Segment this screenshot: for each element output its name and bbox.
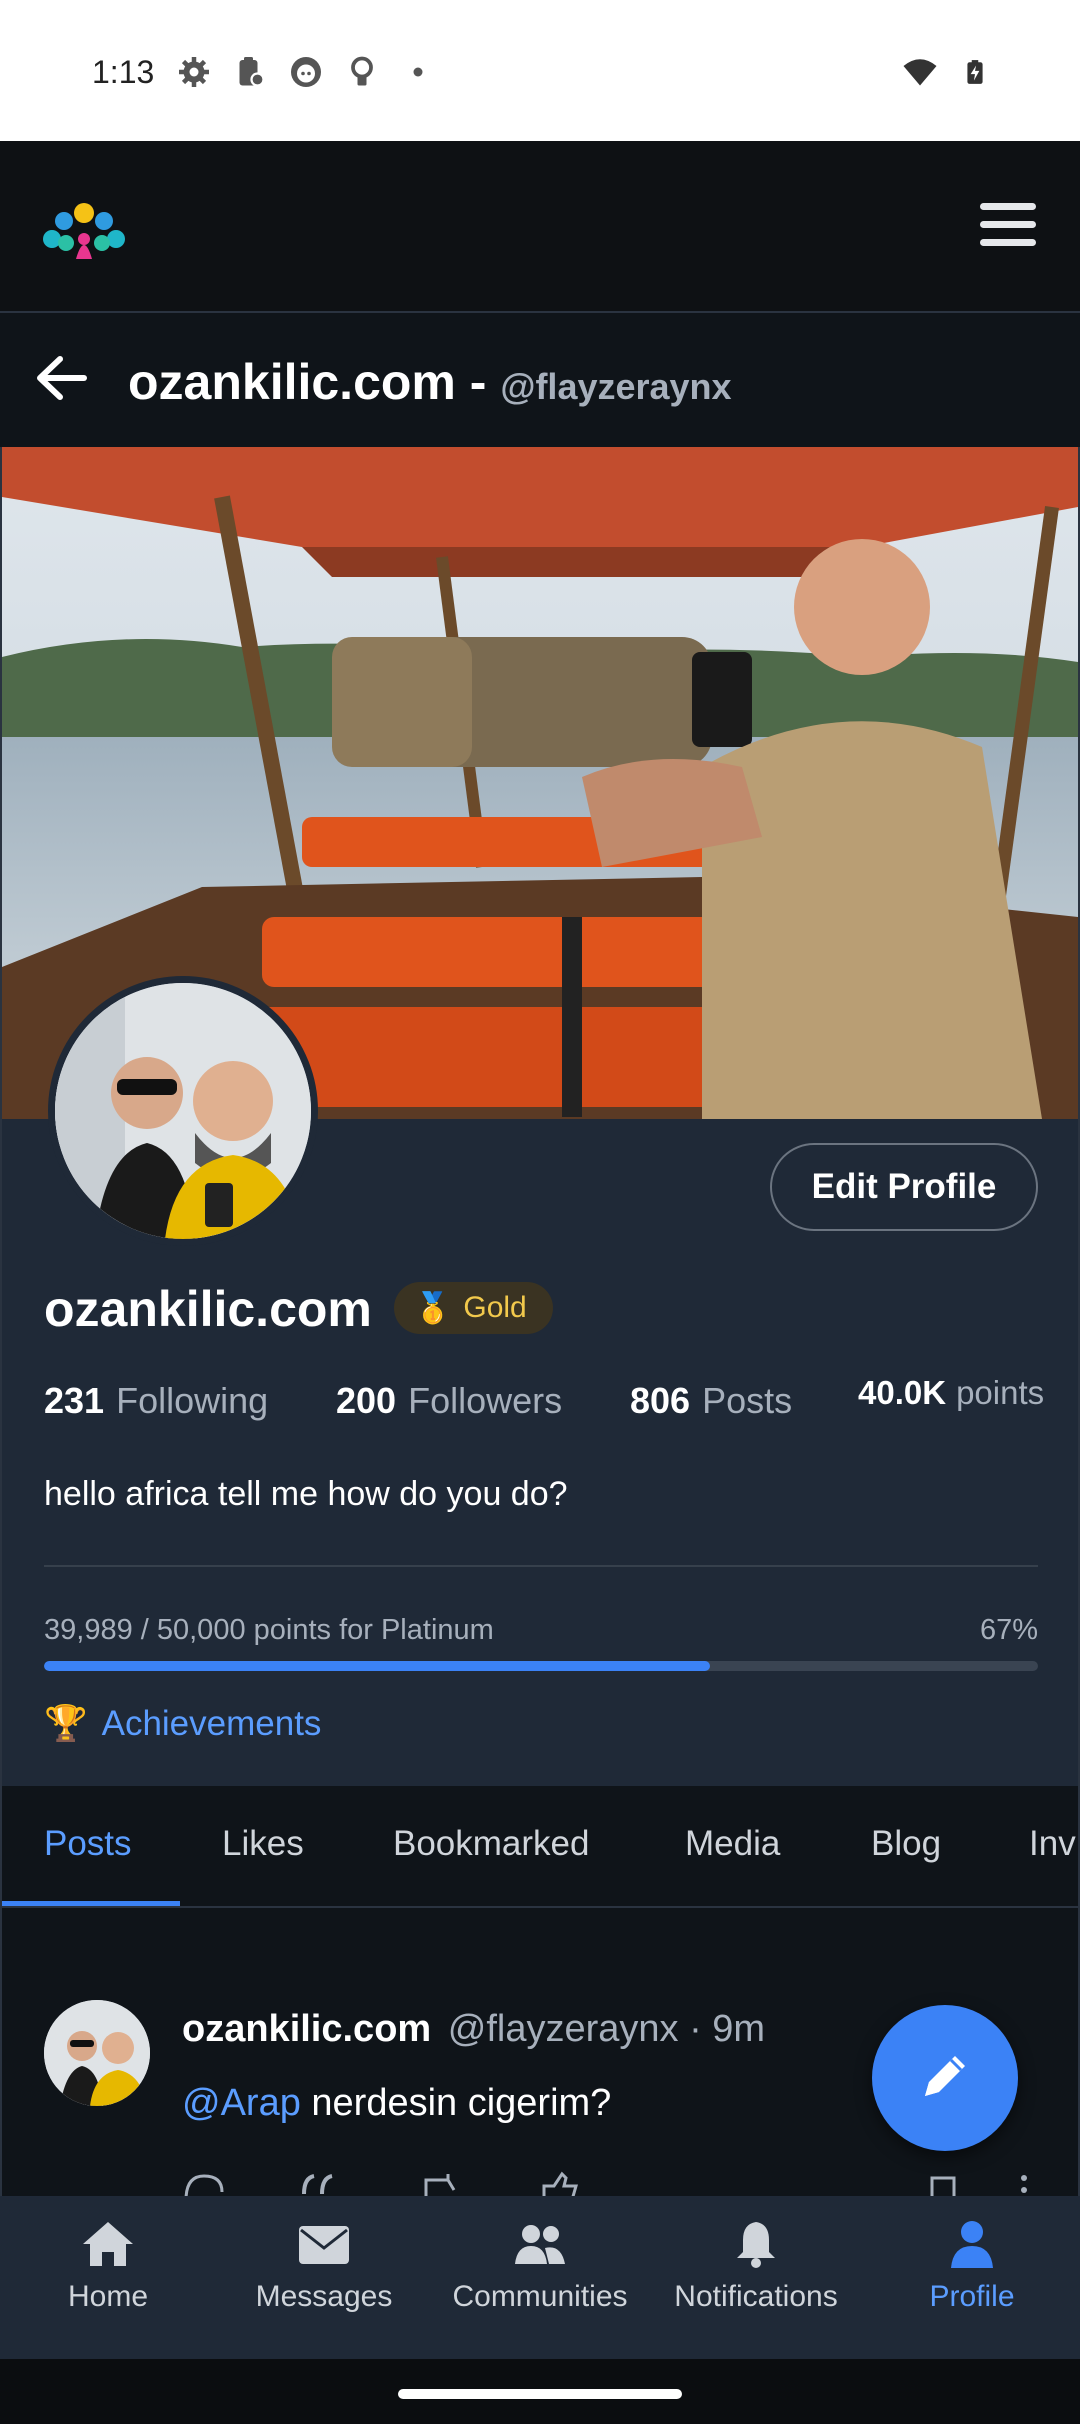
post-author-avatar[interactable]	[44, 2000, 150, 2106]
wifi-icon	[900, 54, 940, 95]
rank-badge: 🥇 Gold	[394, 1282, 553, 1334]
home-gesture-handle[interactable]	[398, 2389, 682, 2399]
nav-profile[interactable]: Profile	[864, 2218, 1080, 2314]
dot-icon	[400, 54, 436, 90]
person-icon	[951, 2221, 993, 2268]
bell-icon	[737, 2222, 775, 2268]
profile-tabs: Posts Likes Bookmarked Media Blog Inv	[2, 1786, 1078, 1908]
stat-points-label: points	[956, 1374, 1045, 1411]
nav-communities[interactable]: Communities	[432, 2218, 648, 2314]
progress-fill	[44, 1661, 710, 1671]
nav-communities-label: Communities	[452, 2280, 628, 2313]
header-title-text: ozankilic.com -	[128, 354, 487, 410]
settings-icon	[176, 54, 212, 90]
post-author[interactable]: ozankilic.com @flayzeraynx · 9m	[182, 2008, 765, 2051]
post-body: nerdesin cigerim?	[300, 2082, 612, 2124]
status-notification-icons	[176, 54, 436, 90]
dislike-icon[interactable]	[418, 2170, 462, 2196]
header-handle: @flayzeraynx	[500, 366, 732, 407]
pencil-icon	[913, 2044, 977, 2113]
hamburger-menu-icon[interactable]	[976, 193, 1040, 257]
stat-following[interactable]: 231 Following	[44, 1380, 268, 1422]
status-system-icons	[900, 52, 988, 97]
compose-button[interactable]	[872, 2005, 1018, 2151]
display-name: ozankilic.com	[44, 1281, 372, 1337]
app-bar	[0, 141, 1080, 311]
stat-posts[interactable]: 806 Posts	[630, 1380, 792, 1422]
achievements-link[interactable]: 🏆 Achievements	[44, 1703, 321, 1744]
tab-invites[interactable]: Inv	[1029, 1824, 1076, 1864]
nav-profile-label: Profile	[929, 2280, 1015, 2313]
more-options-icon[interactable]	[1002, 2170, 1046, 2196]
like-icon[interactable]	[538, 2170, 582, 2196]
nav-notifications[interactable]: Notifications	[648, 2218, 864, 2314]
tab-bookmarked[interactable]: Bookmarked	[393, 1824, 589, 1864]
tab-media[interactable]: Media	[685, 1824, 780, 1864]
nav-messages[interactable]: Messages	[216, 2218, 432, 2314]
system-gesture-area	[0, 2359, 1080, 2424]
profile-header: ozankilic.com - @flayzeraynx	[0, 313, 1080, 447]
profile-stats: 231 Following 200 Followers 806 Posts 40.0K…	[0, 1374, 1080, 1440]
stat-followers[interactable]: 200 Followers	[336, 1380, 562, 1422]
post-mention-link[interactable]: @Arap	[182, 2082, 301, 2124]
nav-messages-label: Messages	[255, 2280, 393, 2313]
edit-profile-button[interactable]: Edit Profile	[770, 1143, 1038, 1231]
progress-label: 39,989 / 50,000 points for Platinum	[44, 1614, 494, 1646]
status-time: 1:13	[92, 54, 155, 90]
tab-posts[interactable]: Posts	[44, 1824, 132, 1864]
page-title: ozankilic.com - @flayzeraynx	[128, 353, 732, 411]
status-bar: 1:13	[0, 0, 1080, 141]
back-arrow-icon[interactable]	[32, 349, 90, 407]
nav-home[interactable]: Home	[0, 2218, 216, 2314]
quote-icon[interactable]	[298, 2170, 342, 2196]
lightbulb-icon	[344, 54, 380, 90]
people-icon	[515, 2225, 565, 2264]
stat-posts-label: Posts	[702, 1380, 793, 1421]
envelope-icon	[299, 2226, 349, 2264]
progress-percent: 67%	[979, 1614, 1038, 1646]
post-text: @Arap nerdesin cigerim?	[182, 2082, 611, 2125]
post-author-name: ozankilic.com	[182, 2008, 432, 2050]
stat-following-count: 231	[44, 1380, 105, 1421]
bookmark-icon[interactable]	[922, 2170, 966, 2196]
profile-avatar[interactable]	[48, 976, 318, 1246]
bottom-navigation: Home Messages Communities Notifications …	[0, 2196, 1080, 2359]
home-icon	[83, 2222, 133, 2266]
stat-following-label: Following	[116, 1380, 269, 1421]
stat-points: 40.0K points	[858, 1374, 1044, 1412]
stat-followers-label: Followers	[408, 1380, 563, 1421]
badge-label: Gold	[463, 1291, 527, 1324]
nav-notifications-label: Notifications	[674, 2280, 838, 2313]
points-progress-bar	[44, 1661, 1038, 1671]
tab-blog[interactable]: Blog	[871, 1824, 941, 1864]
post-meta: @flayzeraynx · 9m	[447, 2008, 766, 2050]
face-icon	[288, 54, 324, 90]
stat-points-count: 40.0K	[858, 1374, 947, 1411]
battery-icon	[962, 52, 988, 97]
reply-icon[interactable]	[182, 2170, 226, 2196]
profile-bio: hello africa tell me how do you do?	[44, 1475, 568, 1513]
peacock-logo-icon[interactable]	[42, 197, 126, 267]
stat-followers-count: 200	[336, 1380, 397, 1421]
clipboard-icon	[232, 54, 268, 90]
tab-likes[interactable]: Likes	[222, 1824, 304, 1864]
stat-posts-count: 806	[630, 1380, 691, 1421]
divider	[44, 1565, 1038, 1567]
trophy-icon: 🏆	[44, 1704, 88, 1743]
post-actions	[182, 2170, 1042, 2196]
nav-home-label: Home	[67, 2280, 149, 2313]
achievements-label: Achievements	[101, 1703, 322, 1743]
medal-icon: 🥇	[414, 1291, 452, 1325]
active-tab-indicator	[2, 1901, 180, 1906]
